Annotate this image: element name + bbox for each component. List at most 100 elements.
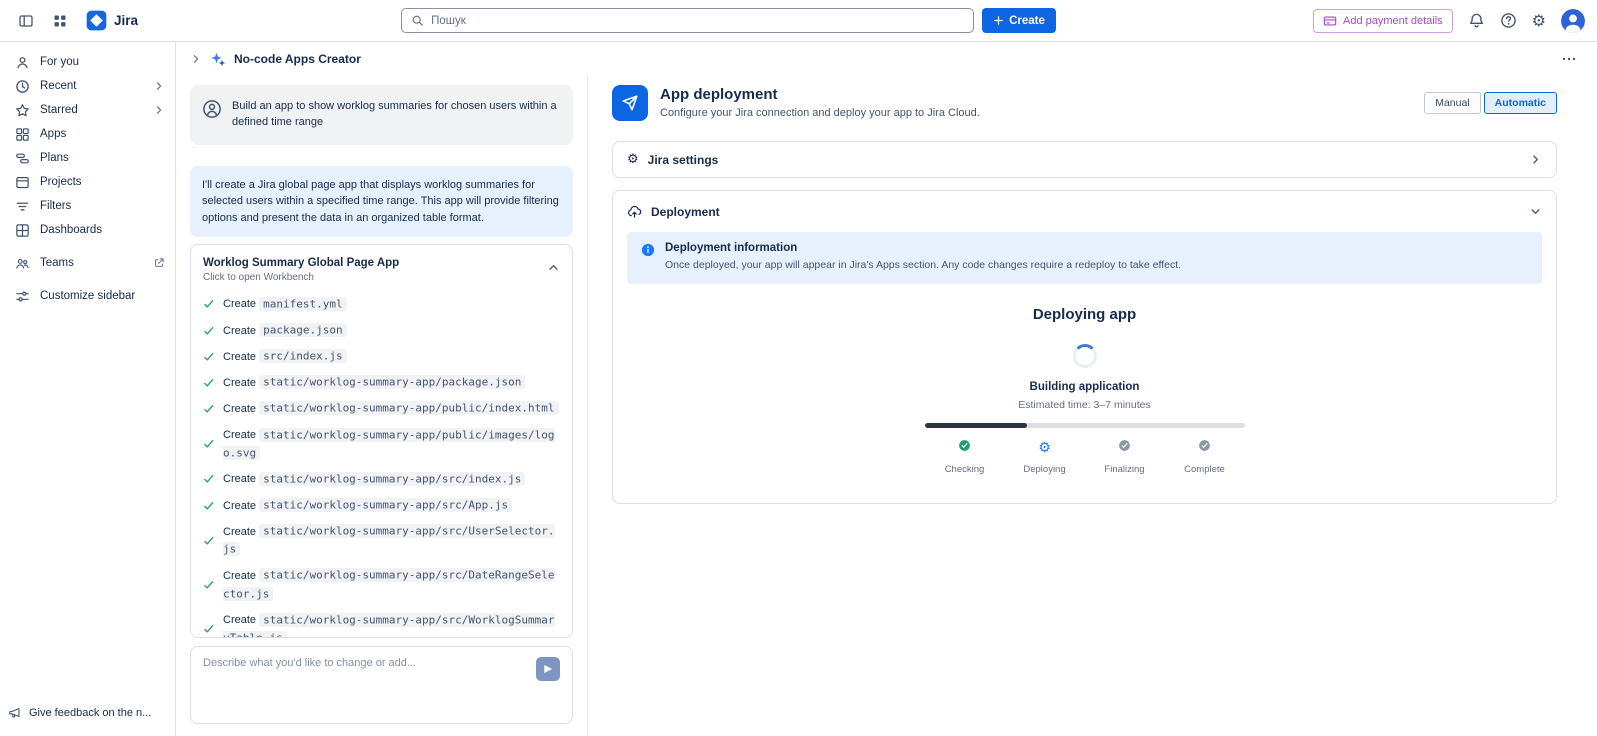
sidebar-toggle-button[interactable] — [12, 7, 40, 35]
sidebar-item-for-you[interactable]: For you — [0, 50, 175, 74]
chevron-up-icon[interactable] — [547, 261, 560, 274]
sidebar-item-customize-sidebar[interactable]: Customize sidebar — [0, 284, 175, 308]
file-row-text: Create manifest.yml — [223, 295, 347, 313]
file-row: Create static/worklog-summary-app/src/Us… — [203, 523, 560, 559]
file-action-label: Create — [223, 473, 256, 485]
collapse-chevron-icon[interactable] — [190, 53, 202, 65]
deploy-progress-fill — [925, 423, 1027, 428]
jira-app: Jira Create Add payment details ⚙ — [0, 0, 1597, 736]
add-payment-details-button[interactable]: Add payment details — [1313, 9, 1453, 33]
check-icon — [203, 438, 215, 450]
file-path-chip: static/worklog-summary-app/src/WorklogSu… — [223, 613, 555, 637]
file-row: Create src/index.js — [203, 348, 560, 366]
topbar-right: Add payment details ⚙ — [1313, 9, 1585, 33]
file-row: Create manifest.yml — [203, 295, 560, 313]
step-label: Deploying — [1005, 464, 1085, 475]
automatic-mode-button[interactable]: Automatic — [1484, 92, 1557, 114]
create-button[interactable]: Create — [982, 8, 1056, 33]
external-link-icon — [153, 257, 165, 269]
deployment-info-banner: Deployment information Once deployed, yo… — [627, 232, 1542, 284]
jira-logo[interactable]: Jira — [80, 10, 144, 31]
megaphone-icon — [8, 706, 22, 720]
file-row: Create static/worklog-summary-app/src/Wo… — [203, 611, 560, 637]
workbench-card-header[interactable]: Worklog Summary Global Page App Click to… — [191, 245, 572, 289]
chevron-down-icon[interactable] — [1529, 205, 1542, 218]
sidebar-item-dashboards[interactable]: Dashboards — [0, 218, 175, 242]
content-columns: Build an app to show worklog summaries f… — [176, 75, 1597, 736]
check-icon — [203, 623, 215, 635]
file-row: Create package.json — [203, 322, 560, 340]
sidebar-item-filters[interactable]: Filters — [0, 194, 175, 218]
settings-button[interactable]: ⚙ — [1532, 13, 1546, 29]
teams-icon — [15, 256, 30, 271]
sidebar-item-recent[interactable]: Recent — [0, 74, 175, 98]
file-row-text: Create static/worklog-summary-app/public… — [223, 426, 560, 462]
sidebar-item-label: Starred — [40, 104, 78, 116]
more-menu-button[interactable] — [1561, 51, 1577, 67]
file-path-chip: src/index.js — [259, 349, 346, 363]
file-action-label: Create — [223, 570, 256, 582]
deployment-panel: App deployment Configure your Jira conne… — [588, 75, 1597, 736]
workbench-card: Worklog Summary Global Page App Click to… — [190, 244, 573, 638]
app-switcher-button[interactable] — [46, 7, 74, 35]
app-deployment-tile — [612, 85, 648, 121]
chevron-right-icon — [153, 80, 165, 92]
deployment-subtitle: Configure your Jira connection and deplo… — [660, 107, 1412, 119]
workbench-title: Worklog Summary Global Page App — [203, 257, 547, 269]
sidebar-item-label: Recent — [40, 80, 76, 92]
deploy-estimated-time: Estimated time: 3–7 minutes — [925, 399, 1245, 411]
check-icon — [203, 579, 215, 591]
file-action-label: Create — [223, 377, 256, 389]
chevron-right-icon[interactable] — [1529, 153, 1542, 166]
clock-icon — [15, 79, 30, 94]
manual-mode-button[interactable]: Manual — [1424, 92, 1480, 114]
jira-settings-label: Jira settings — [648, 153, 719, 167]
rocket-icon — [621, 94, 639, 112]
jira-mark-icon — [86, 10, 107, 31]
check-icon — [203, 351, 215, 363]
give-feedback-link[interactable]: Give feedback on the n... — [8, 706, 151, 720]
customize-icon — [15, 289, 30, 304]
gear-icon: ⚙ — [1532, 13, 1546, 29]
created-files-list: Create manifest.yml Create package.json Cr… — [191, 289, 572, 637]
sidebar-item-teams[interactable]: Teams — [0, 251, 175, 275]
user-avatar[interactable] — [1561, 9, 1585, 33]
deployment-titles: App deployment Configure your Jira conne… — [660, 85, 1412, 119]
sidebar-item-projects[interactable]: Projects — [0, 170, 175, 194]
deployment-header: App deployment Configure your Jira conne… — [612, 85, 1557, 121]
sidebar-item-label: Dashboards — [40, 224, 102, 236]
search-input[interactable] — [431, 15, 964, 27]
bell-icon — [1468, 12, 1485, 29]
file-path-chip: manifest.yml — [259, 297, 346, 311]
check-icon — [203, 403, 215, 415]
deploy-status-title: Deploying app — [925, 306, 1245, 323]
chat-input-box — [190, 646, 573, 724]
step-label: Checking — [925, 464, 1005, 475]
file-row-text: Create static/worklog-summary-app/packag… — [223, 374, 525, 392]
jira-settings-section[interactable]: ⚙ Jira settings — [612, 141, 1557, 178]
info-banner-title: Deployment information — [665, 242, 1181, 254]
payment-button-label: Add payment details — [1343, 15, 1443, 27]
help-button[interactable] — [1500, 12, 1517, 29]
search-box[interactable] — [401, 8, 974, 33]
sidebar-item-apps[interactable]: Apps — [0, 122, 175, 146]
sidebar-item-starred[interactable]: Starred — [0, 98, 175, 122]
deploy-status-block: Deploying app Building application Estim… — [925, 306, 1245, 475]
deploy-step-checking: Checking — [925, 439, 1005, 475]
deployment-section-header[interactable]: Deployment — [613, 191, 1556, 232]
projects-icon — [15, 175, 30, 190]
send-button[interactable] — [536, 657, 560, 681]
main-area: No-code Apps Creator Build an app to sho… — [176, 42, 1597, 736]
info-banner-body: Once deployed, your app will appear in J… — [665, 258, 1181, 273]
sidebar-item-plans[interactable]: Plans — [0, 146, 175, 170]
sidebar-nav-list: For you Recent Starred AppsPlansProjectsFil… — [0, 50, 175, 308]
star-icon — [15, 103, 30, 118]
file-path-chip: static/worklog-summary-app/public/images… — [223, 428, 555, 460]
chat-input-field[interactable] — [203, 657, 524, 713]
file-action-label: Create — [223, 614, 256, 626]
check-circle-icon — [1118, 439, 1131, 452]
panel-left-icon — [18, 13, 34, 29]
file-row: Create static/worklog-summary-app/src/Ap… — [203, 497, 560, 515]
file-path-chip: static/worklog-summary-app/src/DateRange… — [223, 568, 555, 600]
notifications-button[interactable] — [1468, 12, 1485, 29]
